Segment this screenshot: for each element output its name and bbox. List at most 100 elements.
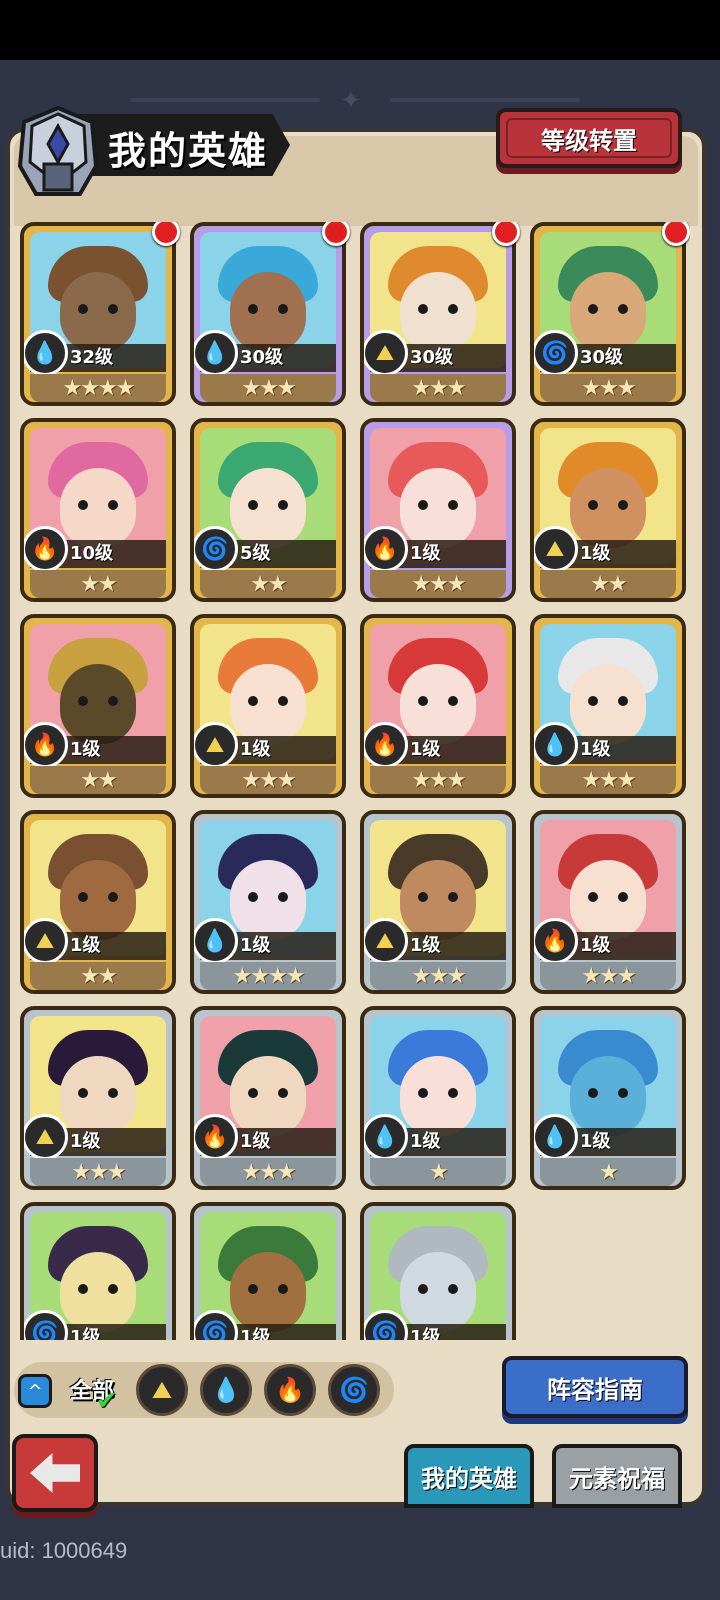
hero-card[interactable]: 30级 ⛰ ★★★	[360, 222, 516, 406]
hero-card[interactable]: 1级 💧 ★	[360, 1006, 516, 1190]
tab-my-heroes[interactable]: 我的英雄	[404, 1444, 534, 1508]
hero-level: 1级	[410, 543, 441, 564]
hero-level: 1级	[240, 935, 271, 956]
hero-card[interactable]: 1级 💧 ★	[530, 1006, 686, 1190]
hero-face	[400, 664, 476, 744]
hero-eye	[278, 1284, 288, 1294]
hero-eye	[618, 892, 628, 902]
hero-face	[230, 860, 306, 940]
level-transfer-button[interactable]: 等级转置	[496, 108, 682, 168]
hero-eye	[248, 696, 258, 706]
lineup-guide-button[interactable]: 阵容指南	[502, 1356, 688, 1418]
hero-card[interactable]: 1级 🔥 ★★★	[190, 1006, 346, 1190]
hero-face	[230, 272, 306, 352]
star-rating: ★★★★	[232, 963, 306, 989]
star-rating: ★★	[80, 571, 117, 597]
hero-level: 5级	[240, 543, 271, 564]
hero-eye	[448, 1284, 458, 1294]
tab-element-blessing[interactable]: 元素祝福	[552, 1444, 682, 1508]
star-rating: ★★★	[411, 963, 466, 989]
hero-card[interactable]: 1级 💧 ★★★★	[190, 810, 346, 994]
filter-fire-icon[interactable]: 🔥	[264, 1364, 316, 1416]
star-rating: ★★	[250, 571, 287, 597]
star-rating: ★	[599, 1159, 619, 1185]
hero-card[interactable]: 1级 💧 ★★★	[530, 614, 686, 798]
collapse-button[interactable]: ^	[18, 1374, 52, 1408]
filter-earth-icon[interactable]: ⛰	[136, 1364, 188, 1416]
hero-card[interactable]: 1级 🔥 ★★	[20, 614, 176, 798]
hero-face	[230, 1252, 306, 1332]
filter-wind-icon[interactable]: 🌀	[328, 1364, 380, 1416]
stars-bar: ★★★	[200, 374, 336, 402]
earth-element-icon: ⛰	[534, 526, 578, 572]
hero-face	[570, 860, 646, 940]
hero-level: 1级	[410, 935, 441, 956]
hero-level: 10级	[70, 543, 114, 564]
star-rating: ★★★	[411, 767, 466, 793]
hero-level: 30级	[580, 347, 624, 368]
hero-eye	[618, 500, 628, 510]
back-button[interactable]	[12, 1434, 98, 1512]
hero-card[interactable]: 1级 ⛰ ★★★	[360, 810, 516, 994]
fire-element-icon: 🔥	[534, 918, 578, 964]
star-rating: ★★★	[411, 375, 466, 401]
hero-face	[400, 1252, 476, 1332]
hero-card[interactable]: 5级 🌀 ★★	[190, 418, 346, 602]
star-rating: ★★★	[241, 1159, 296, 1185]
hero-card[interactable]: 32级 💧 ★★★★	[20, 222, 176, 406]
hero-eye	[78, 696, 88, 706]
stars-bar: ★★	[30, 570, 166, 598]
hero-card[interactable]: 1级 ⛰ ★★	[530, 418, 686, 602]
hero-eye	[248, 892, 258, 902]
water-element-icon: 💧	[194, 330, 238, 376]
hero-card[interactable]: 1级 🔥 ★★★	[360, 418, 516, 602]
hero-card[interactable]: 1级 🌀	[190, 1202, 346, 1340]
hero-eye	[448, 304, 458, 314]
hero-level: 1级	[410, 1131, 441, 1152]
hero-card[interactable]: 1级 ⛰ ★★	[20, 810, 176, 994]
hero-eye	[418, 1284, 428, 1294]
hero-card[interactable]: 1级 ⛰ ★★★	[190, 614, 346, 798]
water-element-icon: 💧	[24, 330, 68, 376]
hero-card[interactable]: 1级 🌀	[20, 1202, 176, 1340]
earth-element-icon: ⛰	[364, 330, 408, 376]
hero-card[interactable]: 1级 ⛰ ★★★	[20, 1006, 176, 1190]
wind-element-icon: 🌀	[194, 526, 238, 572]
star-rating: ★★	[80, 963, 117, 989]
hero-eye	[108, 1284, 118, 1294]
hero-face	[570, 272, 646, 352]
hero-face	[570, 1056, 646, 1136]
earth-element-icon: ⛰	[364, 918, 408, 964]
hero-face	[570, 664, 646, 744]
water-element-icon: 💧	[194, 918, 238, 964]
hero-card[interactable]: 30级 🌀 ★★★	[530, 222, 686, 406]
hero-grid: 32级 💧 ★★★★ 30级 💧 ★★★ 30级 ⛰ ★★★ 30级 🌀 ★★★ 10级 🔥 ★★ 5级 🌀 ★★…	[20, 222, 690, 1340]
hero-eye	[418, 892, 428, 902]
hero-eye	[418, 696, 428, 706]
hero-eye	[588, 304, 598, 314]
hero-eye	[108, 500, 118, 510]
hero-face	[60, 1056, 136, 1136]
hero-level: 1级	[240, 1131, 271, 1152]
stars-bar: ★★★	[370, 570, 506, 598]
star-rating: ★★★	[581, 767, 636, 793]
hero-face	[230, 468, 306, 548]
stars-bar: ★	[540, 1158, 676, 1186]
filter-water-icon[interactable]: 💧	[200, 1364, 252, 1416]
hero-card[interactable]: 10级 🔥 ★★	[20, 418, 176, 602]
hero-card[interactable]: 1级 🔥 ★★★	[360, 614, 516, 798]
hero-level: 1级	[70, 1131, 101, 1152]
hero-eye	[618, 696, 628, 706]
hero-eye	[278, 304, 288, 314]
hero-eye	[278, 892, 288, 902]
hero-eye	[278, 696, 288, 706]
hero-eye	[278, 500, 288, 510]
hero-card[interactable]: 1级 🔥 ★★★	[530, 810, 686, 994]
hero-eye	[418, 304, 428, 314]
hero-eye	[248, 1088, 258, 1098]
hero-card[interactable]: 1级 🌀	[360, 1202, 516, 1340]
hero-face	[400, 860, 476, 940]
hero-card[interactable]: 30级 💧 ★★★	[190, 222, 346, 406]
hero-face	[400, 468, 476, 548]
hero-eye	[248, 1284, 258, 1294]
